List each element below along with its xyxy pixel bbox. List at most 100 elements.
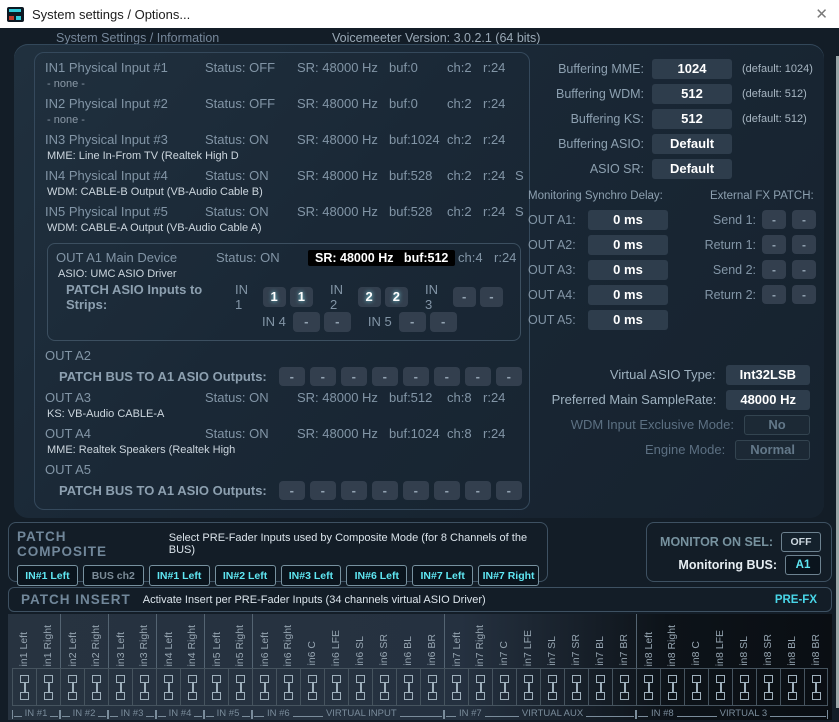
insert-checkbox-in7-sr[interactable]	[564, 668, 588, 706]
insert-checkbox-in7-bl[interactable]	[588, 668, 612, 706]
insert-checkbox-in2-left[interactable]	[60, 668, 84, 706]
asio-patch-button-in-2-b[interactable]: 2	[385, 287, 408, 307]
patch-bus-button-out-a2-3[interactable]: -	[372, 367, 398, 386]
external-fx-button-return-1-a[interactable]: -	[762, 235, 786, 254]
external-fx-button-return-2-b[interactable]: -	[792, 285, 816, 304]
option-value-preferred-main-samplerate[interactable]: 48000 Hz	[726, 390, 810, 410]
option-value-virtual-asio-type[interactable]: Int32LSB	[726, 365, 810, 385]
monitoring-bus-button[interactable]: A1	[785, 555, 821, 575]
buffering-value-asio-sr[interactable]: Default	[652, 159, 732, 179]
buffering-value-buffering-ks[interactable]: 512	[652, 109, 732, 129]
monitoring-delay-value-out-a5[interactable]: 0 ms	[588, 310, 668, 330]
insert-checkbox-in8-bl[interactable]	[780, 668, 804, 706]
asio-patch-button-in-5-a[interactable]: -	[399, 312, 426, 332]
insert-checkbox-in2-right[interactable]	[84, 668, 108, 706]
insert-checkbox-in6-sr[interactable]	[372, 668, 396, 706]
insert-checkbox-in7-lfe[interactable]	[516, 668, 540, 706]
monitoring-delay-value-out-a3[interactable]: 0 ms	[588, 260, 668, 280]
patch-bus-button-out-a5-2[interactable]: -	[341, 481, 367, 500]
insert-checkbox-in7-sl[interactable]	[540, 668, 564, 706]
composite-button-6-in-7-left[interactable]: IN#7 Left	[412, 565, 473, 586]
insert-checkbox-in5-left[interactable]	[204, 668, 228, 706]
patch-bus-button-out-a5-3[interactable]: -	[372, 481, 398, 500]
external-fx-button-return-1-b[interactable]: -	[792, 235, 816, 254]
patch-bus-button-out-a5-7[interactable]: -	[496, 481, 522, 500]
asio-patch-button-in-3-b[interactable]: -	[480, 287, 503, 307]
patch-bus-button-out-a2-0[interactable]: -	[279, 367, 305, 386]
insert-pin-icon	[548, 675, 557, 700]
external-fx-button-send-1-a[interactable]: -	[762, 210, 786, 229]
insert-checkbox-in6-sl[interactable]	[348, 668, 372, 706]
insert-checkbox-in7-c[interactable]	[492, 668, 516, 706]
asio-patch-button-in-1-a[interactable]: 1	[263, 287, 286, 307]
patch-bus-button-out-a2-5[interactable]: -	[434, 367, 460, 386]
insert-checkbox-in8-c[interactable]	[684, 668, 708, 706]
patch-bus-button-out-a5-0[interactable]: -	[279, 481, 305, 500]
close-icon[interactable]: ✕	[815, 7, 828, 22]
external-fx-button-send-1-b[interactable]: -	[792, 210, 816, 229]
monitoring-delay-value-out-a1[interactable]: 0 ms	[588, 210, 668, 230]
patch-bus-button-out-a2-6[interactable]: -	[465, 367, 491, 386]
patch-bus-button-out-a5-6[interactable]: -	[465, 481, 491, 500]
composite-button-4-in-3-left[interactable]: IN#3 Left	[281, 565, 342, 586]
composite-button-1-bus-ch2[interactable]: BUS ch2	[83, 565, 144, 586]
asio-patch-button-in-2-a[interactable]: 2	[358, 287, 381, 307]
insert-checkbox-in6-right[interactable]	[276, 668, 300, 706]
insert-checkbox-in3-left[interactable]	[108, 668, 132, 706]
device-name: OUT A3	[45, 390, 205, 405]
insert-checkbox-in6-br[interactable]	[420, 668, 444, 706]
external-fx-button-send-2-a[interactable]: -	[762, 260, 786, 279]
external-fx-button-return-2-a[interactable]: -	[762, 285, 786, 304]
asio-patch-button-in-5-b[interactable]: -	[430, 312, 457, 332]
buffering-value-buffering-asio[interactable]: Default	[652, 134, 732, 154]
insert-checkbox-in3-right[interactable]	[132, 668, 156, 706]
composite-button-7-in-7-right[interactable]: IN#7 Right	[478, 565, 539, 586]
insert-checkbox-in6-c[interactable]	[300, 668, 324, 706]
insert-checkbox-in8-lfe[interactable]	[708, 668, 732, 706]
asio-patch-button-in-3-a[interactable]: -	[453, 287, 476, 307]
insert-checkbox-in1-right[interactable]	[36, 668, 60, 706]
composite-button-5-in-6-left[interactable]: IN#6 Left	[346, 565, 407, 586]
composite-button-0-in-1-left[interactable]: IN#1 Left	[17, 565, 78, 586]
monitoring-delay-value-out-a2[interactable]: 0 ms	[588, 235, 668, 255]
insert-checkbox-in8-br[interactable]	[804, 668, 828, 706]
insert-checkbox-in8-sr[interactable]	[756, 668, 780, 706]
channel-label-in7-c: in7 C	[492, 614, 516, 668]
monitor-on-sel-button[interactable]: OFF	[781, 532, 821, 552]
pin-line	[24, 683, 26, 692]
patch-bus-button-out-a5-4[interactable]: -	[403, 481, 429, 500]
pin-line	[552, 683, 554, 692]
insert-checkbox-in7-left[interactable]	[444, 668, 468, 706]
insert-checkbox-in6-lfe[interactable]	[324, 668, 348, 706]
monitoring-delay-value-out-a4[interactable]: 0 ms	[588, 285, 668, 305]
insert-checkbox-in6-bl[interactable]	[396, 668, 420, 706]
option-value-engine-mode[interactable]: Normal	[735, 440, 810, 460]
buffering-value-buffering-wdm[interactable]: 512	[652, 84, 732, 104]
asio-patch-button-in-1-b[interactable]: 1	[290, 287, 313, 307]
insert-checkbox-in8-right[interactable]	[660, 668, 684, 706]
option-value-wdm-input-exclusive-mode[interactable]: No	[744, 415, 810, 435]
composite-button-2-in-1-left[interactable]: IN#1 Left	[149, 565, 210, 586]
insert-checkbox-in5-right[interactable]	[228, 668, 252, 706]
patch-bus-button-out-a2-7[interactable]: -	[496, 367, 522, 386]
composite-button-3-in-2-left[interactable]: IN#2 Left	[215, 565, 276, 586]
external-fx-button-send-2-b[interactable]: -	[792, 260, 816, 279]
device-ch: ch:2	[447, 60, 483, 75]
pre-fx-button[interactable]: PRE-FX	[775, 594, 817, 606]
insert-checkbox-in8-left[interactable]	[636, 668, 660, 706]
asio-patch-button-in-4-a[interactable]: -	[293, 312, 320, 332]
insert-checkbox-in4-right[interactable]	[180, 668, 204, 706]
asio-patch-button-in-4-b[interactable]: -	[324, 312, 351, 332]
insert-checkbox-in7-right[interactable]	[468, 668, 492, 706]
insert-checkbox-in6-left[interactable]	[252, 668, 276, 706]
insert-checkbox-in7-br[interactable]	[612, 668, 636, 706]
patch-bus-button-out-a2-4[interactable]: -	[403, 367, 429, 386]
patch-bus-button-out-a5-5[interactable]: -	[434, 481, 460, 500]
insert-checkbox-in4-left[interactable]	[156, 668, 180, 706]
insert-checkbox-in8-sl[interactable]	[732, 668, 756, 706]
buffering-value-buffering-mme[interactable]: 1024	[652, 59, 732, 79]
patch-bus-button-out-a2-2[interactable]: -	[341, 367, 367, 386]
patch-bus-button-out-a5-1[interactable]: -	[310, 481, 336, 500]
patch-bus-button-out-a2-1[interactable]: -	[310, 367, 336, 386]
insert-checkbox-in1-left[interactable]	[12, 668, 36, 706]
